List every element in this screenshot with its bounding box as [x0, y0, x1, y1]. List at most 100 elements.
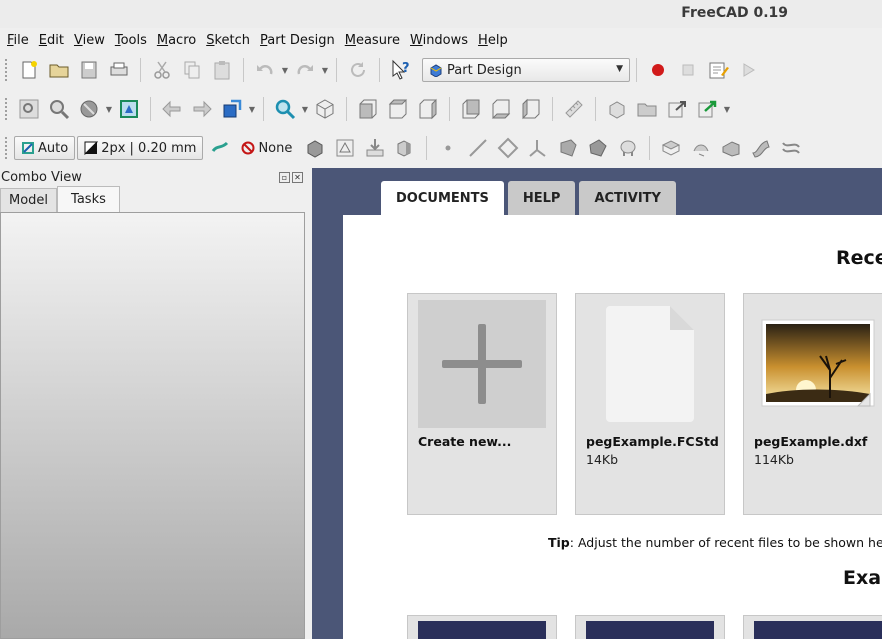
view-front-button[interactable] — [353, 95, 383, 123]
menu-view[interactable]: View — [69, 33, 110, 48]
redo-dropdown[interactable]: ▼ — [320, 56, 330, 84]
measure-distance-button[interactable] — [559, 95, 589, 123]
tab-documents[interactable]: DOCUMENTS — [381, 181, 504, 215]
additive-loft-button[interactable] — [716, 134, 746, 162]
line-button[interactable] — [463, 134, 493, 162]
recent-file-card[interactable]: pegExample.dxf 114Kb — [743, 293, 882, 515]
toolbar-grip[interactable] — [4, 97, 8, 121]
cut-button[interactable] — [147, 56, 177, 84]
toolbar-grip[interactable] — [4, 58, 8, 82]
link-actions-dropdown[interactable]: ▼ — [722, 95, 732, 123]
menu-windows[interactable]: Windows — [405, 33, 473, 48]
sketch-button[interactable] — [330, 134, 360, 162]
additive-pipe-button[interactable] — [746, 134, 776, 162]
tab-help[interactable]: HELP — [507, 181, 576, 215]
record-macro-button[interactable] — [643, 56, 673, 84]
construction-none-button[interactable]: None — [235, 136, 298, 160]
menu-file[interactable]: File — [2, 33, 34, 48]
play-icon — [743, 63, 755, 77]
fit-selection-button[interactable] — [44, 95, 74, 123]
snap-button[interactable] — [205, 134, 235, 162]
print-button[interactable] — [104, 56, 134, 84]
subshape-binder-button[interactable] — [583, 134, 613, 162]
create-new-card[interactable]: Create new... — [407, 293, 557, 515]
view-right-button[interactable] — [413, 95, 443, 123]
undo-icon — [257, 65, 273, 75]
create-part-button[interactable] — [602, 95, 632, 123]
whats-this-button[interactable]: ? — [386, 56, 416, 84]
view-isometric-button[interactable] — [310, 95, 340, 123]
body-button[interactable] — [300, 134, 330, 162]
menu-help[interactable]: Help — [473, 33, 513, 48]
menu-label: art Design — [267, 32, 335, 48]
save-button[interactable] — [74, 56, 104, 84]
undo-dropdown[interactable]: ▼ — [280, 56, 290, 84]
menu-part-design[interactable]: Part Design — [255, 33, 340, 48]
make-link-button[interactable] — [662, 95, 692, 123]
execute-macro-button[interactable] — [733, 56, 763, 84]
tab-activity[interactable]: ACTIVITY — [579, 181, 676, 215]
close-panel-button[interactable]: ✕ — [292, 172, 303, 183]
recent-file-card[interactable]: pegExample.FCStd 14Kb — [575, 293, 725, 515]
view-bottom-button[interactable] — [486, 95, 516, 123]
panel-splitter[interactable] — [305, 168, 312, 639]
menu-measure[interactable]: Measure — [340, 33, 405, 48]
zoom-button[interactable] — [270, 95, 300, 123]
redo-button[interactable] — [290, 56, 320, 84]
refresh-button[interactable] — [343, 56, 373, 84]
coordinate-system-button[interactable] — [523, 134, 553, 162]
import-button[interactable] — [360, 134, 390, 162]
example-card[interactable] — [575, 615, 725, 639]
tab-model[interactable]: Model — [0, 188, 58, 212]
link-actions-button[interactable] — [692, 95, 722, 123]
bounding-box-button[interactable] — [114, 95, 144, 123]
line-width-button[interactable]: 2px | 0.20 mm — [77, 136, 204, 160]
pad-button[interactable] — [656, 134, 686, 162]
stop-macro-button[interactable] — [673, 56, 703, 84]
new-document-button[interactable] — [14, 56, 44, 84]
view-top-button[interactable] — [383, 95, 413, 123]
menu-tools[interactable]: Tools — [110, 33, 152, 48]
point-button[interactable] — [433, 134, 463, 162]
draw-style-toolbar: Auto 2px | 0.20 mm None — [0, 130, 882, 166]
draw-style-button[interactable] — [74, 95, 104, 123]
menu-sketch[interactable]: Sketch — [201, 33, 255, 48]
example-card[interactable] — [743, 615, 882, 639]
auto-constraint-button[interactable]: Auto — [14, 136, 76, 160]
fit-all-button[interactable] — [14, 95, 44, 123]
clone-button[interactable] — [390, 134, 420, 162]
example-card[interactable] — [407, 615, 557, 639]
plane-button[interactable] — [493, 134, 523, 162]
copy-button[interactable] — [177, 56, 207, 84]
edit-macro-button[interactable] — [703, 56, 733, 84]
view-left-button[interactable] — [516, 95, 546, 123]
shape-binder-button[interactable] — [553, 134, 583, 162]
sync-view-button[interactable] — [217, 95, 247, 123]
folder-icon — [637, 103, 657, 117]
clone-feature-button[interactable] — [613, 134, 643, 162]
view-rear-button[interactable] — [456, 95, 486, 123]
workbench-selector[interactable]: Part Design ▼ — [422, 58, 630, 82]
create-group-button[interactable] — [632, 95, 662, 123]
toolbar-separator — [346, 97, 347, 121]
additive-helix-button[interactable] — [776, 134, 806, 162]
float-panel-button[interactable]: ▫ — [279, 172, 290, 183]
menu-edit[interactable]: Edit — [34, 33, 69, 48]
sync-view-dropdown[interactable]: ▼ — [247, 95, 257, 123]
back-button[interactable] — [157, 95, 187, 123]
workbench-selector-value: Part Design — [447, 62, 522, 78]
menu-bar: File Edit View Tools Macro Sketch Part D… — [0, 28, 882, 52]
draw-style-dropdown[interactable]: ▼ — [104, 95, 114, 123]
forward-button[interactable] — [187, 95, 217, 123]
open-button[interactable] — [44, 56, 74, 84]
combo-view-title: Combo View — [1, 170, 82, 185]
paste-button[interactable] — [207, 56, 237, 84]
zoom-dropdown[interactable]: ▼ — [300, 95, 310, 123]
undo-button[interactable] — [250, 56, 280, 84]
clipboard-icon — [214, 61, 230, 80]
shape-binder-icon — [560, 139, 577, 157]
revolution-button[interactable] — [686, 134, 716, 162]
tab-tasks[interactable]: Tasks — [57, 186, 120, 212]
toolbar-grip[interactable] — [4, 136, 8, 160]
menu-macro[interactable]: Macro — [152, 33, 201, 48]
